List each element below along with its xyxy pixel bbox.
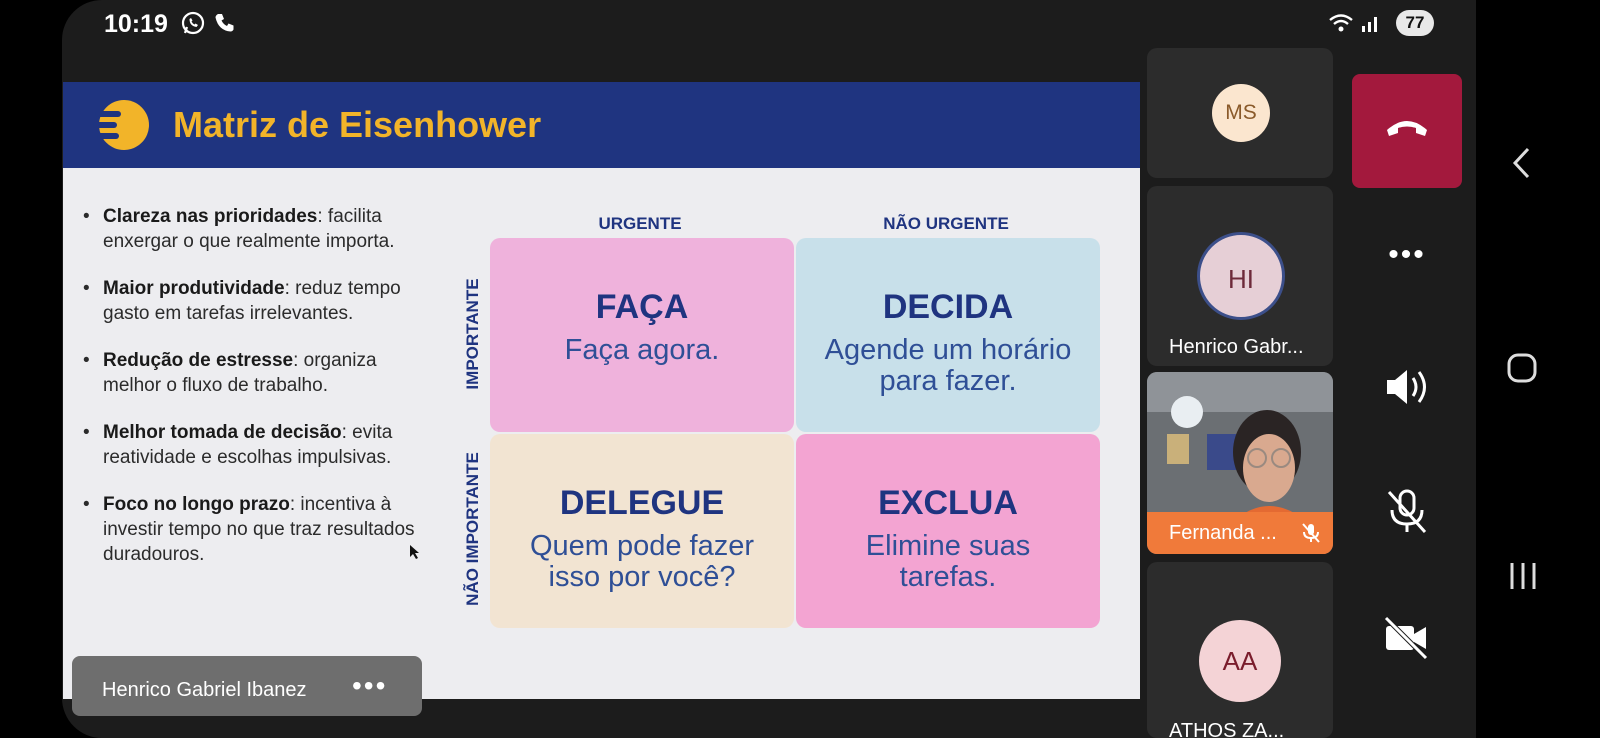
shared-slide: Matriz de Eisenhower Clareza nas priorid…	[63, 82, 1140, 699]
end-call-button[interactable]	[1352, 74, 1462, 188]
status-bar: 10:19 77	[62, 0, 1476, 48]
quadrant-text: Quem pode fazer isso por você?	[529, 530, 755, 593]
bullet-heading: Clareza nas prioridades	[103, 206, 318, 227]
mic-off-icon	[1387, 489, 1427, 534]
bullet-heading: Melhor tomada de decisão	[103, 422, 342, 443]
logo-icon	[93, 100, 149, 150]
quadrant-title: DECIDA	[882, 288, 1014, 326]
phone-call-icon	[215, 14, 234, 32]
bullet-heading: Redução de estresse	[103, 350, 294, 371]
list-item: Foco no longo prazo: incentiva à investi…	[83, 492, 423, 567]
quadrant-title: DELEGUE	[559, 484, 725, 522]
column-label-not-urgent: NÃO URGENTE	[883, 214, 1009, 233]
participant-video-tile[interactable]: Fernanda ...	[1147, 372, 1333, 554]
speaker-name: Henrico Gabriel Ibanez	[102, 679, 307, 701]
participant-name: ATHOS ZA...	[1169, 720, 1285, 738]
row-label-important: IMPORTANTE	[463, 278, 482, 390]
quadrant-text: Agende um horário para fazer.	[824, 334, 1072, 397]
participant-name: Fernanda ...	[1169, 522, 1277, 544]
camera-button[interactable]	[1352, 614, 1462, 665]
phone-screen: 10:19 77 Matriz de Eisenhower • Clareza …	[62, 0, 1476, 738]
navigation-bar	[1476, 0, 1600, 738]
mic-muted-icon	[1302, 523, 1320, 543]
slide-title: Matriz de Eisenhower	[173, 104, 542, 145]
participant-tile[interactable]: HI Henrico Gabr...	[1147, 186, 1333, 366]
bullet-heading: Foco no longo prazo	[103, 494, 290, 515]
more-options-icon[interactable]: •••	[352, 670, 387, 702]
quadrant-do: FAÇA Faça agora.	[490, 238, 794, 432]
list-item: Maior produtividade: reduz tempo gasto e…	[83, 276, 423, 326]
quadrant-delegate: DELEGUE Quem pode fazer isso por você?	[490, 434, 794, 628]
column-label-urgent: URGENTE	[598, 214, 682, 233]
battery-indicator: 77	[1396, 10, 1434, 36]
row-label-not-important: NÃO IMPORTANTE	[463, 452, 482, 606]
recents-icon[interactable]	[1508, 560, 1538, 592]
speaker-name-tag[interactable]: Henrico Gabriel Ibanez •••	[72, 656, 422, 716]
mute-mic-button[interactable]	[1352, 488, 1462, 539]
list-item: Redução de estresse: organiza melhor o f…	[83, 348, 423, 398]
avatar: HI	[1197, 232, 1285, 320]
benefits-list: Clareza nas prioridades: facilita enxerg…	[83, 204, 423, 589]
back-icon[interactable]	[1510, 146, 1534, 180]
participant-name: Henrico Gabr...	[1169, 336, 1304, 358]
avatar: MS	[1212, 84, 1270, 142]
whatsapp-icon	[181, 11, 205, 35]
speaker-icon	[1387, 370, 1426, 404]
quadrant-text: Faça agora.	[564, 334, 720, 366]
quadrant-title: EXCLUA	[878, 484, 1018, 522]
more-icon: •••	[1388, 238, 1426, 271]
list-item: Clareza nas prioridades: facilita enxerg…	[83, 204, 423, 254]
quadrant-decide: DECIDA Agende um horário para fazer.	[796, 238, 1100, 432]
end-call-icon	[1387, 121, 1427, 136]
signal-icon	[1362, 17, 1377, 32]
home-icon[interactable]	[1506, 352, 1538, 384]
bullet-heading: Maior produtividade	[103, 278, 285, 299]
slide-header: Matriz de Eisenhower	[63, 82, 1140, 168]
avatar: AA	[1199, 620, 1281, 702]
quadrant-text: Elimine suas tarefas.	[865, 530, 1031, 593]
audio-output-button[interactable]	[1352, 366, 1462, 413]
quadrant-title: FAÇA	[595, 288, 689, 326]
clock: 10:19	[104, 10, 168, 38]
quadrant-delete: EXCLUA Elimine suas tarefas.	[796, 434, 1100, 628]
wifi-icon	[1329, 14, 1353, 32]
list-item: Melhor tomada de decisão: evita reativid…	[83, 420, 423, 470]
cursor-icon	[410, 545, 419, 559]
more-button[interactable]: •••	[1352, 238, 1462, 272]
camera-off-icon	[1384, 616, 1428, 660]
participant-tile[interactable]: MS	[1147, 48, 1333, 178]
participant-tile[interactable]: AA ATHOS ZA...	[1147, 562, 1333, 738]
